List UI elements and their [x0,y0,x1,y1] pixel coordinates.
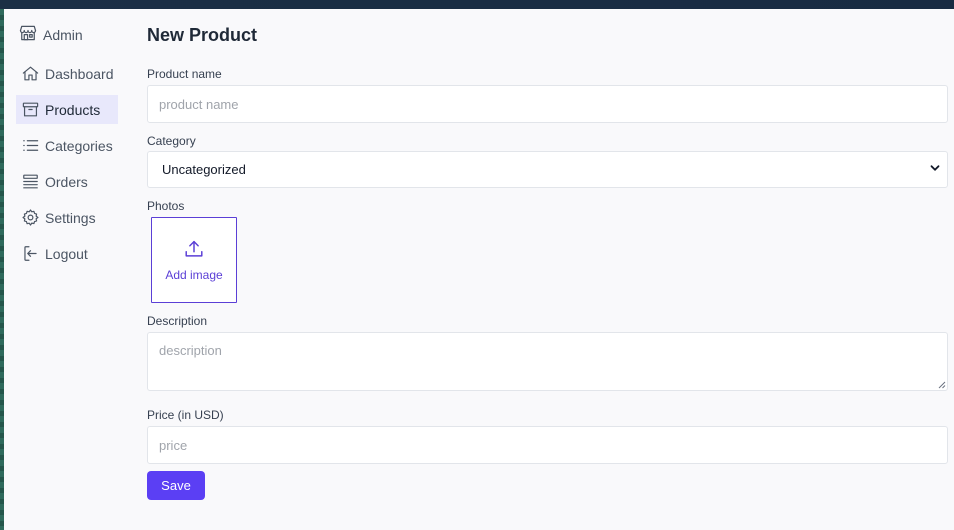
logout-icon [21,244,40,263]
sidebar-item-label: Dashboard [45,65,114,82]
sidebar-item-label: Logout [45,245,88,262]
price-label: Price (in USD) [147,408,224,422]
app-container: Admin Dashboard Products Categories Orde… [4,9,954,530]
add-image-button[interactable]: Add image [151,217,237,303]
archive-box-icon [21,100,40,119]
description-textarea[interactable] [147,332,948,391]
sidebar-item-categories[interactable]: Categories [16,131,118,160]
stack-icon [21,172,40,191]
product-name-input[interactable] [147,85,948,123]
chevron-down-icon [929,162,941,177]
sidebar-item-label: Products [45,101,101,118]
list-icon [21,136,40,155]
sidebar-item-settings[interactable]: Settings [16,203,118,232]
sidebar-item-products[interactable]: Products [16,95,118,124]
gear-icon [21,208,40,227]
store-icon [18,23,38,48]
new-product-form: New Product Product name Category Uncate… [147,9,949,530]
sidebar-item-label: Categories [45,137,113,154]
description-label: Description [147,314,208,328]
add-image-label: Add image [165,268,223,282]
window-top-bar [0,0,954,9]
photos-label: Photos [147,199,185,213]
price-input[interactable] [147,426,948,464]
category-select[interactable]: Uncategorized [147,151,948,188]
description-wrapper [147,332,948,391]
page-title: New Product [147,25,258,45]
sidebar-item-dashboard[interactable]: Dashboard [16,59,118,88]
upload-icon [183,238,205,263]
sidebar-item-label: Orders [45,173,88,190]
sidebar: Admin Dashboard Products Categories Orde… [4,9,134,530]
sidebar-item-label: Settings [45,209,96,226]
category-selected-value: Uncategorized [162,162,246,177]
sidebar-item-logout[interactable]: Logout [16,239,118,268]
brand-label: Admin [43,27,83,43]
save-button[interactable]: Save [147,471,205,500]
home-icon [21,64,40,83]
sidebar-item-orders[interactable]: Orders [16,167,118,196]
product-name-label: Product name [147,67,222,81]
resize-handle-icon[interactable] [937,380,946,389]
category-label: Category [147,134,196,148]
brand[interactable]: Admin [18,25,83,45]
